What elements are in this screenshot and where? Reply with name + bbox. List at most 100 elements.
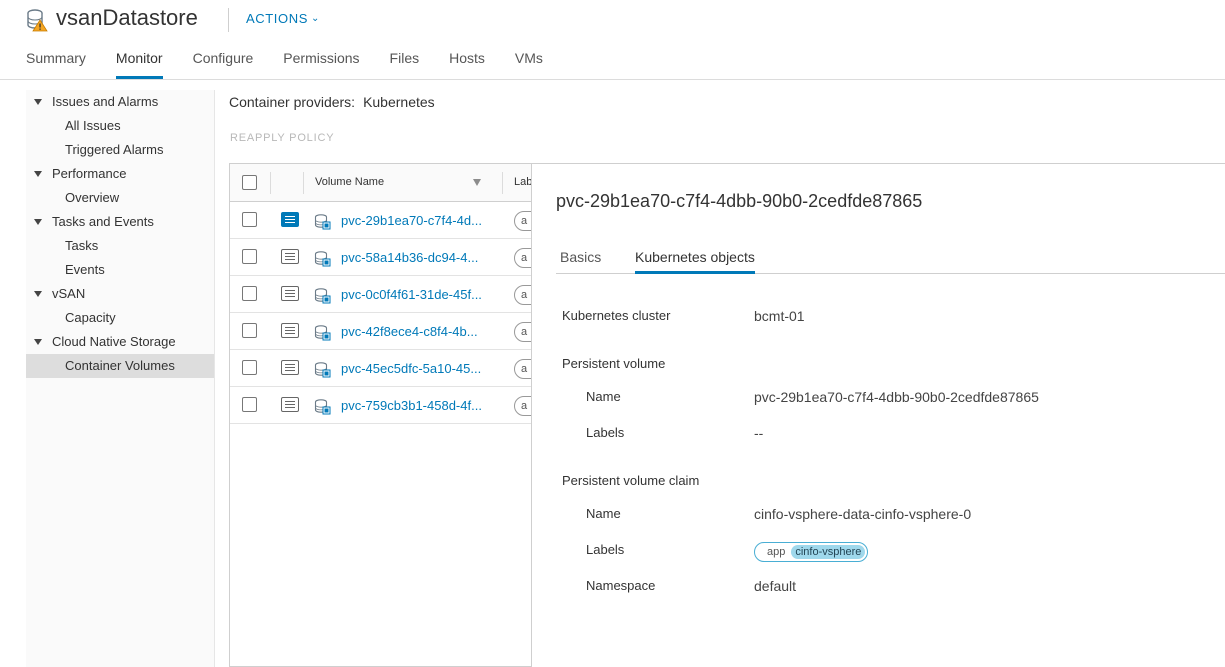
container-volumes-grid: Volume Name Lab pvc-29b1ea70-c7f4-4d... a… xyxy=(229,163,532,667)
row-checkbox[interactable] xyxy=(242,323,257,338)
label-pill: a xyxy=(514,211,532,231)
tag-key: app xyxy=(767,546,786,558)
volume-icon xyxy=(314,398,331,415)
table-row[interactable]: pvc-45ec5dfc-5a10-45... a xyxy=(230,350,532,387)
column-divider xyxy=(270,172,271,194)
row-detail-icon[interactable] xyxy=(281,249,299,264)
detail-title: pvc-29b1ea70-c7f4-4dbb-90b0-2cedfde87865 xyxy=(556,191,923,211)
volume-icon xyxy=(314,287,331,304)
caret-down-icon[interactable] xyxy=(34,219,42,225)
datastore-warning-icon xyxy=(27,9,48,32)
column-header-labels[interactable]: Lab xyxy=(514,176,532,188)
row-detail-icon[interactable] xyxy=(281,397,299,412)
sidebar-item-capacity[interactable]: Capacity xyxy=(26,306,214,330)
tab-files[interactable]: Files xyxy=(390,50,420,79)
volume-name-link[interactable]: pvc-759cb3b1-458d-4f... xyxy=(341,398,482,413)
caret-down-icon[interactable] xyxy=(34,99,42,105)
row-checkbox[interactable] xyxy=(242,249,257,264)
column-divider xyxy=(303,172,304,194)
container-providers: Container providers: Kubernetes xyxy=(229,94,435,110)
label-pill: a xyxy=(514,396,532,416)
label-pill: a xyxy=(514,248,532,268)
tab-basics[interactable]: Basics xyxy=(560,249,601,274)
tab-permissions[interactable]: Permissions xyxy=(283,50,359,79)
sidebar-item-label: Issues and Alarms xyxy=(52,94,159,109)
label-pill: a xyxy=(514,322,532,342)
tab-vms[interactable]: VMs xyxy=(515,50,543,79)
kubernetes-cluster-label: Kubernetes cluster xyxy=(562,308,671,323)
sidebar-item-tasks[interactable]: Tasks xyxy=(26,234,214,258)
actions-menu-button[interactable]: ACTIONS ⌄ xyxy=(246,11,320,26)
tab-configure[interactable]: Configure xyxy=(193,50,254,79)
page-title: vsanDatastore xyxy=(56,5,198,30)
select-all-checkbox[interactable] xyxy=(242,175,257,190)
pv-labels-value: -- xyxy=(754,425,764,441)
caret-down-icon[interactable] xyxy=(34,291,42,297)
kubernetes-cluster-value: bcmt-01 xyxy=(754,308,805,324)
volume-name-link[interactable]: pvc-29b1ea70-c7f4-4d... xyxy=(341,213,482,228)
sidebar-item-label: vSAN xyxy=(52,286,86,301)
main-tabs: Summary Monitor Configure Permissions Fi… xyxy=(26,50,573,79)
row-checkbox[interactable] xyxy=(242,212,257,227)
pvc-labels-label: Labels xyxy=(586,542,625,557)
volume-name-link[interactable]: pvc-42f8ece4-c8f4-4b... xyxy=(341,324,478,339)
table-row[interactable]: pvc-29b1ea70-c7f4-4d... a xyxy=(230,202,532,239)
table-row[interactable]: pvc-58a14b36-dc94-4... a xyxy=(230,239,532,276)
row-detail-icon[interactable] xyxy=(281,212,299,227)
row-detail-icon[interactable] xyxy=(281,360,299,375)
tab-summary[interactable]: Summary xyxy=(26,50,86,79)
pvc-name-value: cinfo-vsphere-data-cinfo-vsphere-0 xyxy=(754,506,972,522)
pv-name-value: pvc-29b1ea70-c7f4-4dbb-90b0-2cedfde87865 xyxy=(754,389,1039,405)
table-row[interactable]: pvc-759cb3b1-458d-4f... a xyxy=(230,387,532,424)
detail-tabs: Basics Kubernetes objects xyxy=(556,244,1225,274)
sidebar-group-issues-and-alarms[interactable]: Issues and Alarms xyxy=(26,90,214,114)
filter-icon[interactable] xyxy=(473,179,481,186)
row-checkbox[interactable] xyxy=(242,286,257,301)
sidebar-item-container-volumes[interactable]: Container Volumes xyxy=(26,354,214,378)
sidebar-group-cloud-native-storage[interactable]: Cloud Native Storage xyxy=(26,330,214,354)
sidebar-group-performance[interactable]: Performance xyxy=(26,162,214,186)
volume-name-link[interactable]: pvc-0c0f4f61-31de-45f... xyxy=(341,287,482,302)
row-checkbox[interactable] xyxy=(242,360,257,375)
sidebar-group-vsan[interactable]: vSAN xyxy=(26,282,214,306)
volume-detail-panel: pvc-29b1ea70-c7f4-4dbb-90b0-2cedfde87865… xyxy=(531,163,1225,667)
caret-down-icon[interactable] xyxy=(34,339,42,345)
sidebar-item-events[interactable]: Events xyxy=(26,258,214,282)
table-row[interactable]: pvc-42f8ece4-c8f4-4b... a xyxy=(230,313,532,350)
persistent-volume-heading: Persistent volume xyxy=(562,356,666,371)
caret-down-icon[interactable] xyxy=(34,171,42,177)
volume-name-link[interactable]: pvc-45ec5dfc-5a10-45... xyxy=(341,361,481,376)
sidebar-item-label: Performance xyxy=(52,166,127,181)
tab-hosts[interactable]: Hosts xyxy=(449,50,485,79)
container-providers-label: Container providers: xyxy=(229,94,356,110)
table-row[interactable]: pvc-0c0f4f61-31de-45f... a xyxy=(230,276,532,313)
chevron-down-icon: ⌄ xyxy=(310,13,320,24)
page-header: vsanDatastore ACTIONS ⌄ Summary Monitor … xyxy=(0,0,1225,80)
sidebar-item-all-issues[interactable]: All Issues xyxy=(26,114,214,138)
label-pill: a xyxy=(514,359,532,379)
volume-icon xyxy=(314,361,331,378)
column-header-volume-name[interactable]: Volume Name xyxy=(315,176,384,188)
monitor-sidebar: Issues and Alarms All Issues Triggered A… xyxy=(26,90,215,667)
sidebar-item-overview[interactable]: Overview xyxy=(26,186,214,210)
volume-icon xyxy=(314,213,331,230)
pv-labels-label: Labels xyxy=(586,425,625,440)
sidebar-group-tasks-and-events[interactable]: Tasks and Events xyxy=(26,210,214,234)
tab-kubernetes-objects[interactable]: Kubernetes objects xyxy=(635,249,755,274)
row-detail-icon[interactable] xyxy=(281,323,299,338)
volume-name-link[interactable]: pvc-58a14b36-dc94-4... xyxy=(341,250,478,265)
reapply-policy-button[interactable]: REAPPLY POLICY xyxy=(230,132,334,144)
column-divider xyxy=(502,172,503,194)
namespace-label: Namespace xyxy=(586,578,656,593)
grid-header: Volume Name Lab xyxy=(230,164,532,202)
row-detail-icon[interactable] xyxy=(281,286,299,301)
volume-icon xyxy=(314,324,331,341)
actions-label: ACTIONS xyxy=(246,11,308,26)
tab-monitor[interactable]: Monitor xyxy=(115,50,163,79)
title-divider xyxy=(228,8,229,32)
pvc-name-label: Name xyxy=(586,506,621,521)
row-checkbox[interactable] xyxy=(242,397,257,412)
namespace-value: default xyxy=(754,578,797,594)
sidebar-item-triggered-alarms[interactable]: Triggered Alarms xyxy=(26,138,214,162)
persistent-volume-claim-heading: Persistent volume claim xyxy=(562,473,700,488)
